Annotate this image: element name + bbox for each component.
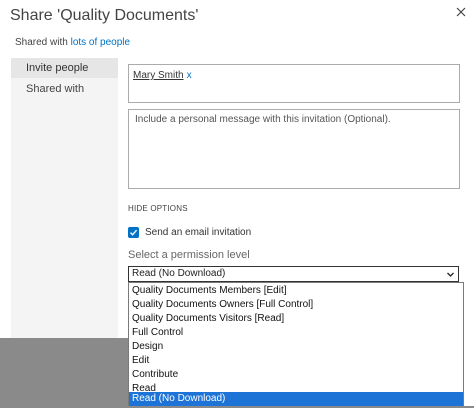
permission-dropdown-list: Quality Documents Members [Edit] Quality… — [128, 282, 464, 406]
permission-level-select[interactable]: Read (No Download) — [128, 266, 459, 282]
checkmark-icon — [130, 229, 138, 236]
dialog-title: Share 'Quality Documents' — [10, 7, 199, 24]
send-email-checkbox[interactable] — [128, 226, 139, 238]
person-token: Mary Smith x — [133, 70, 192, 81]
permission-option-full-control[interactable]: Full Control — [129, 326, 463, 340]
permission-option-members-edit[interactable]: Quality Documents Members [Edit] — [129, 284, 463, 298]
close-button[interactable] — [451, 2, 471, 22]
person-token-name[interactable]: Mary Smith — [133, 70, 184, 81]
dropdown-edge — [463, 282, 474, 406]
people-picker-input[interactable]: Mary Smith x — [128, 64, 460, 103]
shared-with-prefix: Shared with — [15, 37, 71, 48]
permission-option-visitors-read[interactable]: Quality Documents Visitors [Read] — [129, 312, 463, 326]
send-email-label: Send an email invitation — [145, 226, 252, 238]
hide-options-link[interactable]: HIDE OPTIONS — [128, 204, 188, 213]
permission-option-owners-full-control[interactable]: Quality Documents Owners [Full Control] — [129, 298, 463, 312]
close-icon — [456, 7, 466, 17]
permission-option-edit[interactable]: Edit — [129, 354, 463, 368]
permission-selected-value: Read (No Download) — [132, 268, 226, 279]
permission-level-label: Select a permission level — [128, 249, 250, 261]
chevron-down-icon — [447, 272, 454, 277]
sidebar: Invite people Shared with — [11, 58, 118, 338]
permission-option-read-no-download[interactable]: Read (No Download) — [129, 392, 463, 406]
sidebar-item-invite-people[interactable]: Invite people — [11, 58, 118, 78]
lots-of-people-link[interactable]: lots of people — [71, 37, 131, 48]
shared-with-summary: Shared with lots of people — [15, 37, 130, 48]
remove-person-button[interactable]: x — [187, 70, 192, 81]
sidebar-item-shared-with[interactable]: Shared with — [11, 79, 118, 99]
permission-option-design[interactable]: Design — [129, 340, 463, 354]
personal-message-input[interactable] — [128, 109, 460, 189]
permission-option-contribute[interactable]: Contribute — [129, 368, 463, 382]
send-email-option[interactable]: Send an email invitation — [128, 225, 251, 239]
